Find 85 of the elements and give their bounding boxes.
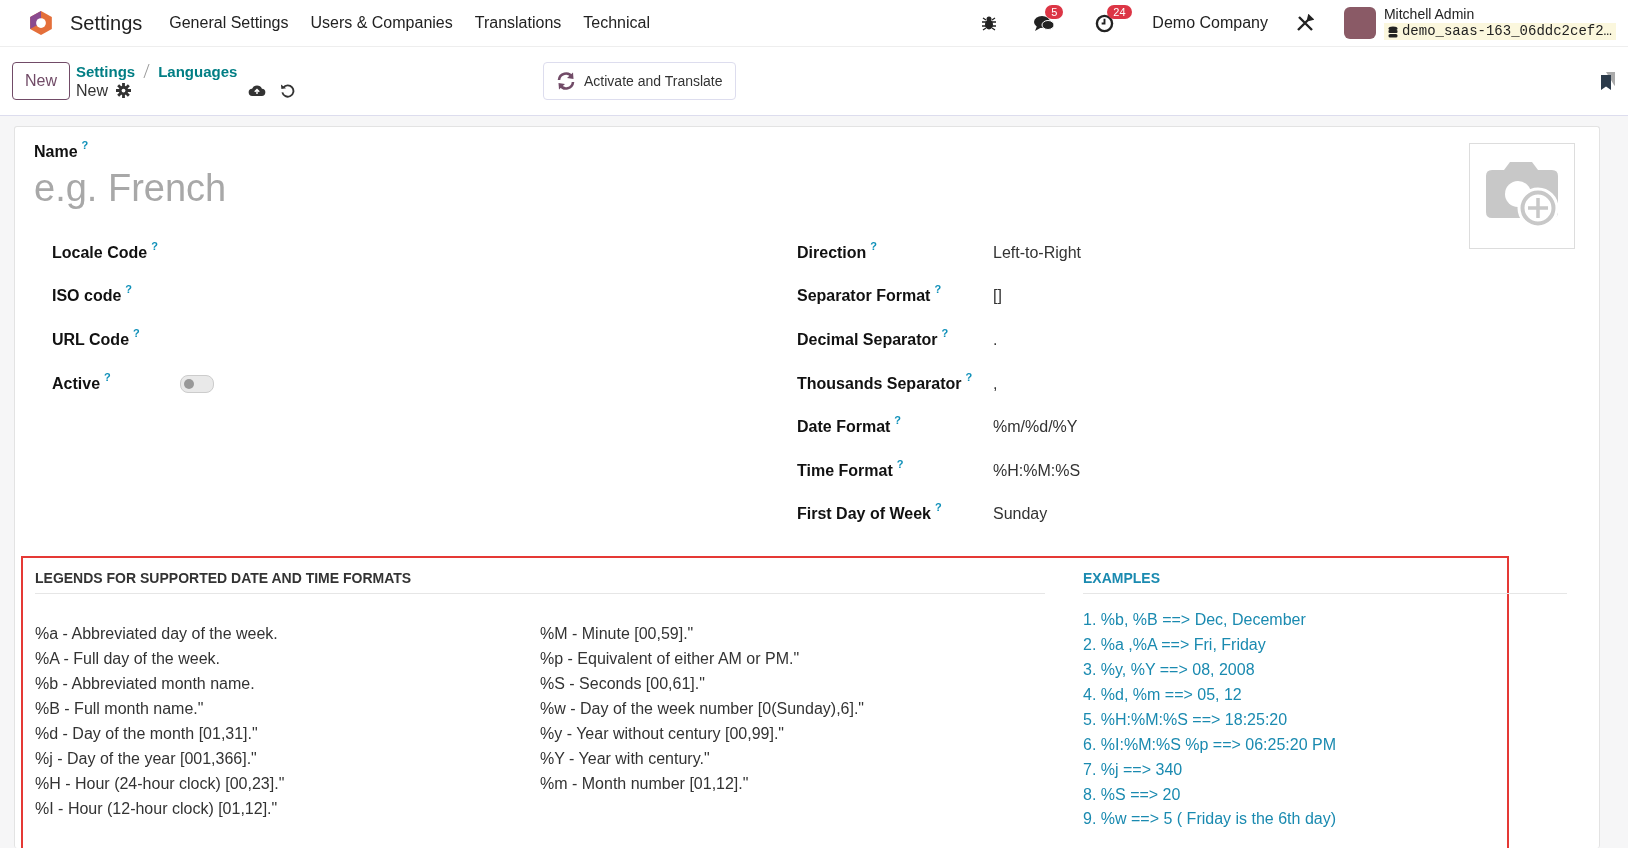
example-line: 5. %H:%M:%S ==> 18:25:20 xyxy=(1083,709,1289,730)
database-label: demo_saas-163_06ddc2cef2… xyxy=(1401,23,1612,40)
field-value[interactable]: [] xyxy=(993,287,1002,306)
breadcrumb-link[interactable]: Settings xyxy=(76,62,136,80)
legend-line: %j - Day of the year [001,366]." xyxy=(35,748,258,769)
undo-icon[interactable] xyxy=(280,82,295,98)
activate-translate-button[interactable]: Activate and Translate xyxy=(543,62,736,100)
gear-icon[interactable] xyxy=(116,83,132,98)
database-icon xyxy=(1387,25,1398,38)
legend-line: %A - Full day of the week. xyxy=(35,649,221,670)
example-line: 7. %j ==> 340 xyxy=(1083,759,1184,780)
refresh-icon xyxy=(556,71,576,91)
menu-item[interactable]: Technical xyxy=(572,14,661,32)
example-line: 2. %a ,%A ==> Fri, Friday xyxy=(1083,635,1267,656)
user-avatar[interactable] xyxy=(1343,7,1376,39)
company-switcher[interactable]: Demo Company xyxy=(1152,14,1268,32)
field-value[interactable]: , xyxy=(993,374,998,393)
notification-badge: 5 xyxy=(1045,5,1064,19)
active-toggle[interactable] xyxy=(180,374,214,393)
legend-line: %m - Month number [01,12]." xyxy=(540,773,750,794)
field-label: Direction xyxy=(797,243,867,262)
help-tooltip[interactable]: ? xyxy=(896,457,904,480)
legend-line: %b - Abbreviated month name. xyxy=(35,673,256,694)
field-label: Decimal Separator xyxy=(797,331,938,349)
help-tooltip[interactable]: ? xyxy=(133,327,140,349)
menu-item[interactable]: General Settings xyxy=(158,14,300,32)
notification-badge: 24 xyxy=(1107,4,1132,19)
field-label: ISO code xyxy=(52,287,122,306)
field-value[interactable]: %H:%M:%S xyxy=(993,461,1081,480)
example-line: 4. %d, %m ==> 05, 12 xyxy=(1083,684,1243,705)
example-line: 9. %w ==> 5 ( Friday is the 6th day) xyxy=(1083,809,1337,830)
bug-icon[interactable] xyxy=(981,15,998,31)
clock-icon[interactable] xyxy=(1095,13,1115,33)
help-tooltip[interactable]: ? xyxy=(941,327,949,349)
field-label: First Day of Week xyxy=(797,505,931,524)
help-tooltip[interactable]: ? xyxy=(934,283,942,306)
legend-line: %p - Equivalent of either AM or PM." xyxy=(540,649,801,670)
legend-line: %S - Seconds [00,61]." xyxy=(540,673,706,694)
field-label: Date Format xyxy=(797,418,891,437)
help-tooltip[interactable]: ? xyxy=(870,239,878,262)
legend-line: %I - Hour (12-hour clock) [01,12]." xyxy=(35,798,279,819)
cloud-upload-icon[interactable] xyxy=(248,83,266,97)
legend-line: %Y - Year with century." xyxy=(540,748,711,769)
field-label: URL Code xyxy=(52,331,130,349)
field-value[interactable]: %m/%d/%Y xyxy=(993,418,1078,437)
help-tooltip[interactable]: ? xyxy=(965,370,973,393)
bookmark-icon[interactable] xyxy=(1600,72,1616,90)
example-line: 1. %b, %B ==> Dec, December xyxy=(1083,610,1307,631)
field-label: Separator Format xyxy=(797,287,931,306)
legend-line: %w - Day of the week number [0(Sunday),6]." xyxy=(540,698,866,719)
app-logo-icon[interactable] xyxy=(28,10,54,36)
tools-icon[interactable] xyxy=(1295,14,1314,32)
example-line: 6. %I:%M:%S %p ==> 06:25:20 PM xyxy=(1083,734,1338,755)
help-tooltip[interactable]: ? xyxy=(125,283,133,306)
help-tooltip[interactable]: ? xyxy=(934,501,942,524)
chat-icon[interactable] xyxy=(1033,14,1056,32)
menu-item[interactable]: Users & Companies xyxy=(299,14,464,32)
legend-line: %d - Day of the month [01,31]." xyxy=(35,723,259,744)
legend-line: %M - Minute [00,59]." xyxy=(540,624,695,645)
field-value[interactable]: . xyxy=(993,331,998,349)
legend-line: %B - Full month name." xyxy=(35,698,205,719)
new-button[interactable]: New xyxy=(12,62,70,100)
field-value[interactable]: Sunday xyxy=(993,505,1048,524)
section-title: EXAMPLES xyxy=(1083,570,1567,595)
help-tooltip[interactable]: ? xyxy=(151,239,158,262)
legend-line: %y - Year without century [00,99]." xyxy=(540,723,786,744)
field-label: Thousands Separator xyxy=(797,374,962,393)
help-tooltip[interactable]: ? xyxy=(894,414,902,437)
menu-item[interactable]: Translations xyxy=(463,14,573,32)
field-label: Time Format xyxy=(797,461,893,480)
field-label: Active xyxy=(52,374,101,393)
legend-line: %H - Hour (24-hour clock) [00,23]." xyxy=(35,773,286,794)
help-tooltip[interactable]: ? xyxy=(104,370,111,393)
help-tooltip[interactable]: ? xyxy=(81,139,89,161)
field-label: Name xyxy=(34,143,78,161)
record-title: New xyxy=(76,81,109,100)
field-value[interactable]: Left-to-Right xyxy=(993,243,1082,262)
example-line: 8. %S ==> 20 xyxy=(1083,784,1182,805)
breadcrumb-link[interactable]: Languages xyxy=(158,62,238,80)
legend-line: %a - Abbreviated day of the week. xyxy=(35,624,279,645)
field-label: Locale Code xyxy=(52,243,148,262)
user-name[interactable]: Mitchell Admin xyxy=(1383,6,1616,23)
example-line: 3. %y, %Y ==> 08, 2008 xyxy=(1083,659,1256,680)
section-title: LEGENDS FOR SUPPORTED DATE AND TIME FORMATS xyxy=(35,570,1045,595)
app-name[interactable]: Settings xyxy=(70,11,143,35)
